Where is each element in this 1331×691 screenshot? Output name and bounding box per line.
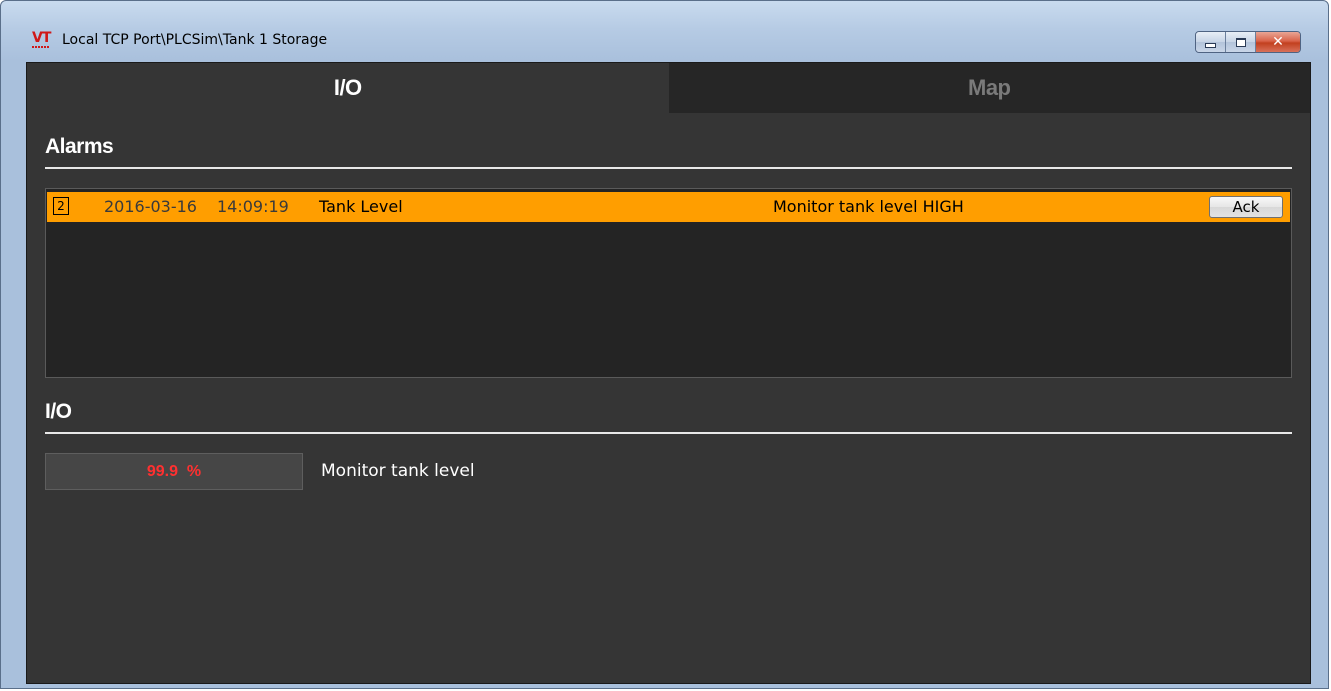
tab-map[interactable]: Map (668, 63, 1310, 113)
ack-button[interactable]: Ack (1209, 196, 1283, 218)
alarms-heading: Alarms (45, 135, 114, 158)
io-divider (45, 432, 1292, 434)
alarm-list[interactable]: 2 2016-03-16 14:09:19 Tank Level Monitor… (45, 188, 1292, 378)
maximize-button[interactable] (1226, 32, 1256, 52)
tank-level-value: 99.9 % (45, 453, 303, 490)
alarm-row[interactable]: 2 2016-03-16 14:09:19 Tank Level Monitor… (47, 192, 1290, 222)
alarm-priority-badge: 2 (53, 197, 69, 215)
window-title: Local TCP Port\PLCSim\Tank 1 Storage (62, 32, 328, 48)
close-button[interactable]: ✕ (1256, 32, 1300, 52)
app-logo-underline (32, 46, 49, 48)
close-icon: ✕ (1272, 34, 1284, 50)
alarm-date: 2016-03-16 (104, 197, 197, 216)
caption-buttons: ✕ (1195, 31, 1301, 53)
alarm-time: 14:09:19 (217, 197, 289, 216)
tab-bar: I/O Map (27, 63, 1310, 113)
alarm-message: Monitor tank level HIGH (773, 197, 964, 216)
tab-io[interactable]: I/O (27, 63, 669, 113)
client-area: I/O Map Alarms 2 2016-03-16 14:09:19 Tan… (26, 62, 1311, 684)
application-window: VT Local TCP Port\PLCSim\Tank 1 Storage … (0, 0, 1329, 689)
app-logo-icon: VT (32, 30, 51, 46)
io-heading: I/O (45, 400, 72, 423)
alarms-divider (45, 167, 1292, 169)
alarm-source: Tank Level (319, 197, 403, 216)
maximize-icon (1235, 37, 1246, 47)
minimize-icon (1205, 42, 1216, 48)
title-bar[interactable]: VT Local TCP Port\PLCSim\Tank 1 Storage … (1, 1, 1328, 53)
minimize-button[interactable] (1196, 32, 1226, 52)
tank-level-label: Monitor tank level (321, 461, 475, 481)
